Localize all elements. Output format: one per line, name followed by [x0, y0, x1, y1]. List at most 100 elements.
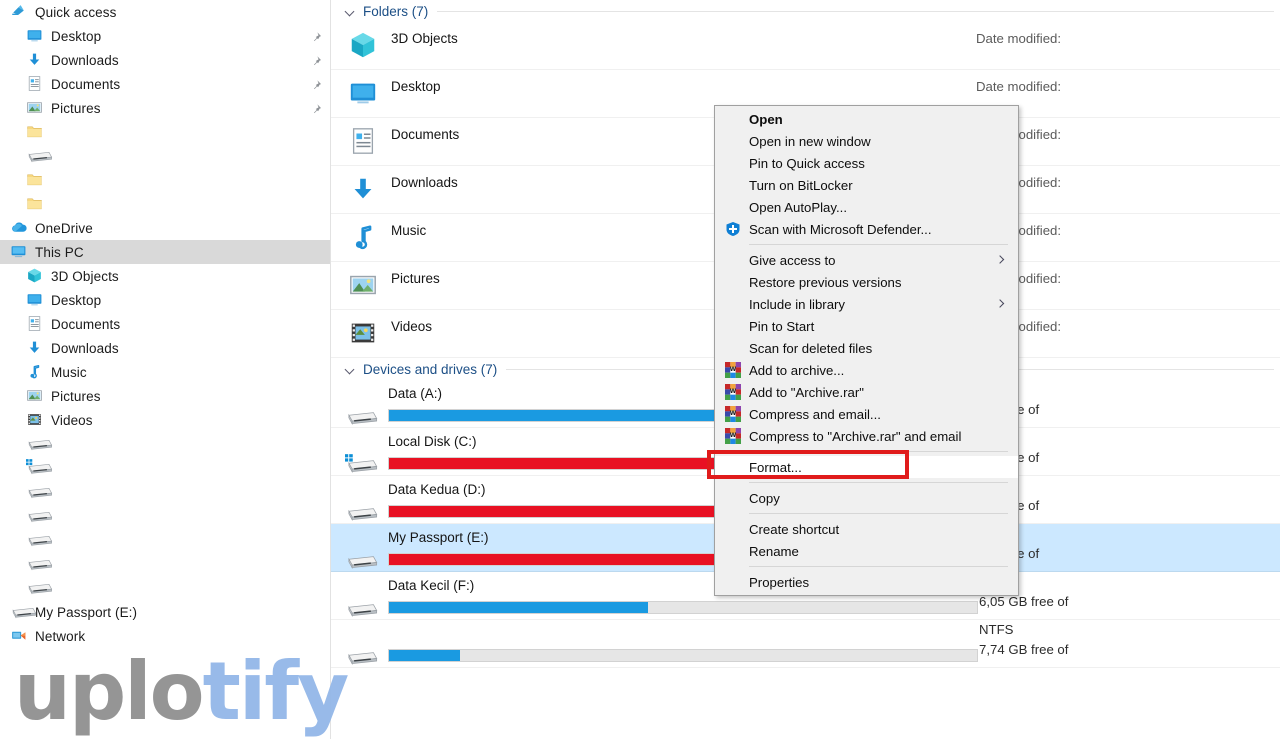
menu-item-label: Format... — [749, 459, 802, 475]
menu-item-label: Open AutoPlay... — [749, 199, 847, 215]
group-header-folders[interactable]: Folders (7) — [331, 0, 1280, 22]
menu-item-pin-to-start[interactable]: Pin to Start — [715, 315, 1018, 337]
sidebar-item-unnamed-21[interactable] — [0, 504, 330, 528]
pin-icon[interactable] — [311, 55, 322, 66]
menu-item-compress-to-archive-rar-and-email[interactable]: W Compress to "Archive.rar" and email — [715, 425, 1018, 447]
downloads-icon — [26, 51, 44, 69]
menu-item-label: Pin to Start — [749, 318, 815, 334]
pin-star-icon — [10, 3, 28, 21]
menu-item-properties[interactable]: Properties — [715, 571, 1018, 593]
folder-row[interactable]: 3D Objects Date modified: — [331, 22, 1280, 70]
menu-item-rename[interactable]: Rename — [715, 540, 1018, 562]
pin-icon[interactable] — [311, 31, 322, 42]
pin-icon[interactable] — [311, 103, 322, 114]
sidebar-item-onedrive[interactable]: OneDrive — [0, 216, 330, 240]
menu-item-create-shortcut[interactable]: Create shortcut — [715, 518, 1018, 540]
sidebar-item-3d-objects[interactable]: 3D Objects — [0, 264, 330, 288]
menu-item-restore-previous-versions[interactable]: Restore previous versions — [715, 271, 1018, 293]
sidebar-item-unnamed-23[interactable] — [0, 552, 330, 576]
drive-icon — [26, 531, 53, 549]
music-icon — [348, 222, 380, 254]
sidebar-item-unnamed-19[interactable] — [0, 456, 330, 480]
drive-icon — [26, 555, 53, 573]
menu-item-label: Add to archive... — [749, 362, 845, 378]
network-icon — [10, 627, 28, 645]
sidebar-item-network[interactable]: Network — [0, 624, 330, 648]
menu-item-copy[interactable]: Copy — [715, 487, 1018, 509]
documents-icon — [348, 126, 380, 158]
sidebar-item-label: Desktop — [51, 28, 102, 44]
context-menu[interactable]: Open Open in new window Pin to Quick acces… — [714, 105, 1019, 596]
sidebar-item-downloads[interactable]: Downloads — [0, 336, 330, 360]
menu-item-open[interactable]: Open — [715, 108, 1018, 130]
menu-item-turn-on-bitlocker[interactable]: Turn on BitLocker — [715, 174, 1018, 196]
sidebar-item-music[interactable]: Music — [0, 360, 330, 384]
menu-item-give-access-to[interactable]: Give access to — [715, 249, 1018, 271]
folder-name: Desktop — [391, 79, 441, 94]
sidebar-item-unnamed-20[interactable] — [0, 480, 330, 504]
sidebar-item-unnamed-22[interactable] — [0, 528, 330, 552]
menu-item-format[interactable]: Format... — [715, 456, 1018, 478]
menu-item-label: Open in new window — [749, 133, 871, 149]
sidebar-item-pictures[interactable]: Pictures — [0, 96, 330, 120]
sidebar-item-unnamed-24[interactable] — [0, 576, 330, 600]
drive-row[interactable]: NTFS 7,74 GB free of — [331, 620, 1280, 668]
sidebar-item-unnamed-8[interactable] — [0, 192, 330, 216]
menu-item-scan-for-deleted-files[interactable]: Scan for deleted files — [715, 337, 1018, 359]
sidebar-item-this-pc[interactable]: This PC — [0, 240, 330, 264]
sidebar-item-downloads[interactable]: Downloads — [0, 48, 330, 72]
pin-icon[interactable] — [311, 79, 322, 90]
menu-item-label: Copy — [749, 490, 780, 506]
chevron-down-icon[interactable] — [345, 6, 356, 17]
capacity-bar — [388, 649, 978, 662]
sidebar-item-videos[interactable]: Videos — [0, 408, 330, 432]
videos-icon — [26, 411, 44, 429]
menu-item-label: Compress to "Archive.rar" and email — [749, 428, 962, 444]
menu-item-include-in-library[interactable]: Include in library — [715, 293, 1018, 315]
menu-item-label: Compress and email... — [749, 406, 881, 422]
sidebar-item-pictures[interactable]: Pictures — [0, 384, 330, 408]
sidebar-item-label: Downloads — [51, 52, 119, 68]
chevron-right-icon[interactable] — [997, 257, 1004, 264]
menu-item-add-to-archive[interactable]: W Add to archive... — [715, 359, 1018, 381]
sidebar-item-my-passport-e[interactable]: My Passport (E:) — [0, 600, 330, 624]
drive-icon — [26, 483, 53, 501]
group-rule — [437, 10, 1274, 12]
sidebar-item-unnamed-6[interactable] — [0, 144, 330, 168]
menu-item-open-autoplay[interactable]: Open AutoPlay... — [715, 196, 1018, 218]
sidebar-item-desktop[interactable]: Desktop — [0, 288, 330, 312]
folder-name: Pictures — [391, 271, 440, 286]
sidebar-item-unnamed-18[interactable] — [0, 432, 330, 456]
menu-item-add-to-archive-rar[interactable]: W Add to "Archive.rar" — [715, 381, 1018, 403]
sidebar-item-label: OneDrive — [35, 220, 93, 236]
sidebar-item-label: Pictures — [51, 388, 101, 404]
windows-drive-icon — [26, 459, 53, 477]
menu-item-pin-to-quick-access[interactable]: Pin to Quick access — [715, 152, 1018, 174]
sidebar-item-documents[interactable]: Documents — [0, 72, 330, 96]
sidebar-item-documents[interactable]: Documents — [0, 312, 330, 336]
navigation-pane[interactable]: Quick access Desktop Downloads Documents Pic… — [0, 0, 330, 739]
sidebar-item-label: 3D Objects — [51, 268, 119, 284]
menu-item-label: Scan with Microsoft Defender... — [749, 221, 932, 237]
folder-name: Downloads — [391, 175, 458, 190]
3dobjects-icon — [26, 267, 44, 285]
sidebar-item-quick-access[interactable]: Quick access — [0, 0, 330, 24]
drive-free-space: 7,74 GB free of — [979, 642, 1069, 657]
desktop-icon — [26, 27, 44, 45]
sidebar-item-desktop[interactable]: Desktop — [0, 24, 330, 48]
menu-item-compress-and-email[interactable]: W Compress and email... — [715, 403, 1018, 425]
chevron-down-icon[interactable] — [345, 364, 356, 375]
menu-item-label: Turn on BitLocker — [749, 177, 853, 193]
menu-item-open-in-new-window[interactable]: Open in new window — [715, 130, 1018, 152]
drive-free-space: 6,05 GB free of — [979, 594, 1069, 609]
menu-item-scan-with-microsoft-defender[interactable]: Scan with Microsoft Defender... — [715, 218, 1018, 240]
videos-icon — [348, 318, 380, 350]
winrar-icon: W — [725, 384, 741, 400]
drive-icon — [26, 435, 53, 453]
sidebar-item-label: Network — [35, 628, 86, 644]
chevron-right-icon[interactable] — [997, 301, 1004, 308]
sidebar-item-unnamed-7[interactable] — [0, 168, 330, 192]
sidebar-item-label: Documents — [51, 76, 121, 92]
documents-icon — [26, 315, 44, 333]
sidebar-item-unnamed-5[interactable] — [0, 120, 330, 144]
